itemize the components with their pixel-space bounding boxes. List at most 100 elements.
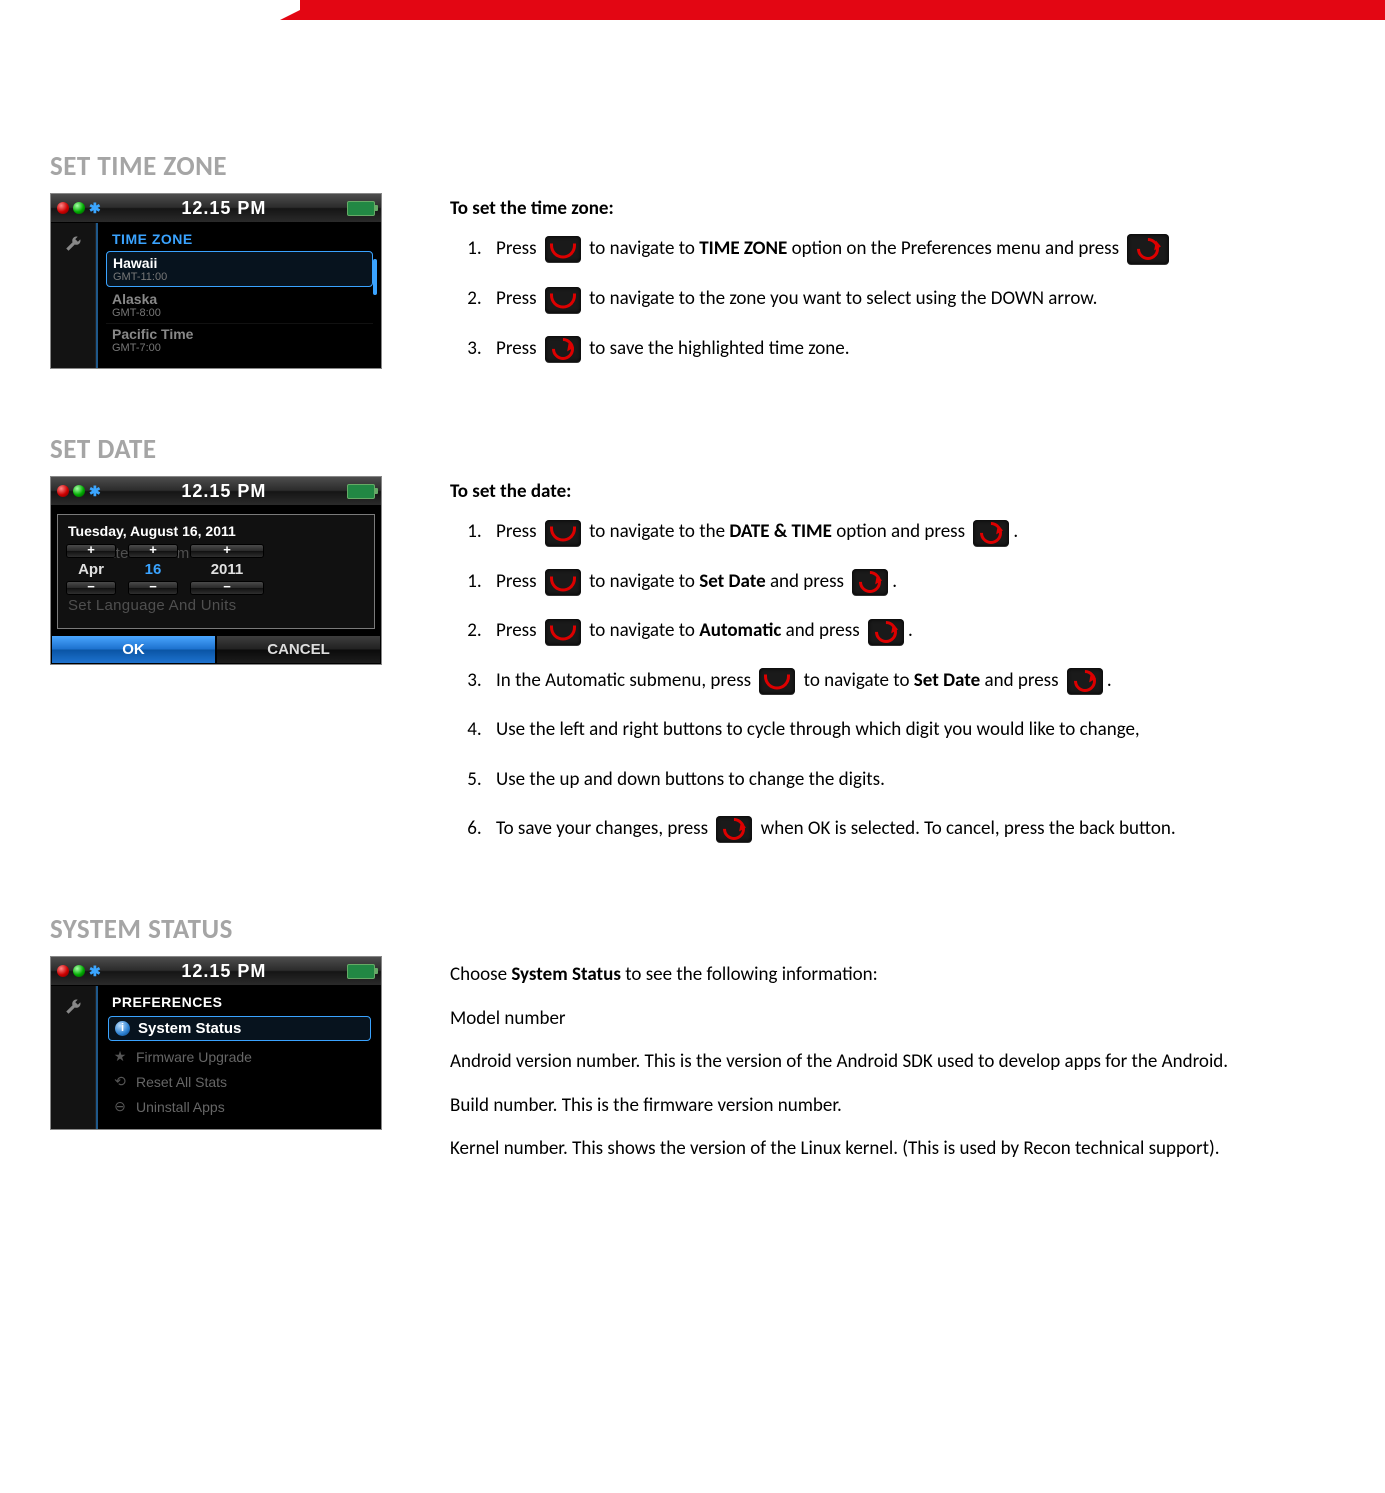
month-stepper[interactable]: + Apr −: [66, 544, 116, 595]
step-2: Press to navigate to the zone you want t…: [486, 284, 1335, 313]
screen-content: PREFERENCES i System Status ★ Firmware U…: [96, 986, 381, 1129]
day-stepper[interactable]: + 16 −: [128, 544, 178, 595]
pref-row-system-status[interactable]: i System Status: [108, 1016, 371, 1041]
faded-line-2: Set Language And Units: [66, 597, 366, 620]
side-strip: [51, 986, 96, 1129]
screen-content: TIME ZONE Hawaii GMT-11:00 Alaska GMT-8:…: [96, 223, 381, 368]
status-dot-red-icon: [57, 965, 69, 977]
tz-gmt: GMT-7:00: [112, 342, 367, 354]
tz-gmt: GMT-11:00: [113, 271, 366, 283]
dot: .: [908, 619, 913, 642]
status-clock: 12.15 PM: [181, 961, 266, 982]
enter-swirl-icon: [716, 816, 752, 842]
status-dot-red-icon: [57, 485, 69, 497]
down-smile-icon: [759, 668, 795, 694]
screen-list-title: TIME ZONE: [112, 231, 373, 247]
txt: option and press: [836, 520, 969, 543]
battery-icon: [347, 964, 375, 979]
status-bar: ✱ 12.15 PM: [51, 194, 381, 223]
minus-button[interactable]: −: [128, 581, 178, 595]
step-1b: Press to navigate to Set Date and press …: [486, 567, 1335, 596]
status-icons: ✱: [57, 200, 101, 217]
step-6: To save your changes, press when OK is s…: [486, 814, 1335, 843]
cancel-button[interactable]: CANCEL: [216, 635, 381, 664]
side-strip: [51, 223, 96, 368]
status-dot-green-icon: [73, 202, 85, 214]
info-icon: i: [115, 1021, 130, 1036]
section-system-status: ✱ 12.15 PM PREFERENCES i: [50, 956, 1335, 1177]
txt: and press: [984, 669, 1062, 692]
plus-button[interactable]: +: [128, 544, 178, 558]
battery-icon: [347, 484, 375, 499]
year-value: 2011: [211, 558, 244, 581]
txt: Press: [496, 337, 541, 360]
day-value: 16: [145, 558, 162, 581]
txt: when OK is selected. To cancel, press th…: [761, 817, 1176, 840]
txt: to see the following information:: [621, 963, 878, 986]
section-set-time-zone: ✱ 12.15 PM TIME ZONE Haw: [50, 193, 1335, 383]
ok-button[interactable]: OK: [51, 635, 216, 664]
txt: Press: [496, 287, 541, 310]
tz-row-pacific[interactable]: Pacific Time GMT-7:00: [106, 324, 373, 358]
screenshot-set-date: ✱ 12.15 PM Tuesday, August 16, 2011 Set …: [50, 476, 382, 665]
section-set-date: ✱ 12.15 PM Tuesday, August 16, 2011 Set …: [50, 476, 1335, 863]
header-red-bar: [0, 0, 1385, 20]
screenshot-system-status-wrapper: ✱ 12.15 PM PREFERENCES i: [50, 956, 390, 1130]
txt: to navigate to the zone you want to sele…: [589, 287, 1097, 310]
bold-time-zone: TIME ZONE: [699, 237, 787, 260]
enter-swirl-icon: [868, 619, 904, 645]
tz-row-alaska[interactable]: Alaska GMT-8:00: [106, 289, 373, 324]
txt: to navigate to: [804, 669, 914, 692]
status-dot-red-icon: [57, 202, 69, 214]
status-icons: ✱: [57, 483, 101, 500]
bluetooth-icon: ✱: [89, 963, 101, 980]
tz-name: Pacific Time: [112, 326, 367, 342]
pref-label: Reset All Stats: [136, 1074, 227, 1090]
step-1: Press to navigate to the DATE & TIME opt…: [486, 517, 1335, 546]
plus-button[interactable]: +: [66, 544, 116, 558]
month-value: Apr: [78, 558, 104, 581]
enter-swirl-icon: [545, 336, 581, 362]
down-smile-icon: [545, 619, 581, 645]
bold-set-date: Set Date: [914, 669, 980, 692]
scroll-indicator: [373, 259, 377, 295]
pref-row-firmware[interactable]: ★ Firmware Upgrade: [106, 1044, 373, 1069]
bold-set-date: Set Date: [699, 570, 765, 593]
tz-name: Alaska: [112, 291, 367, 307]
tz-name: Hawaii: [113, 255, 366, 271]
minus-button[interactable]: −: [66, 581, 116, 595]
txt: and press: [770, 570, 848, 593]
page-content: SET TIME ZONE ✱ 12.15 PM: [0, 20, 1385, 1218]
para-build-number: Build number. This is the firmware versi…: [450, 1091, 1335, 1120]
txt: .: [1013, 520, 1018, 543]
pref-row-reset[interactable]: ⟲ Reset All Stats: [106, 1069, 373, 1094]
screenshot-time-zone-wrapper: ✱ 12.15 PM TIME ZONE Haw: [50, 193, 390, 369]
txt: to navigate to: [589, 619, 699, 642]
pref-label: Firmware Upgrade: [136, 1049, 252, 1065]
reset-icon: ⟲: [112, 1073, 128, 1090]
txt: option on the Preferences menu and press: [792, 237, 1124, 260]
tz-row-hawaii[interactable]: Hawaii GMT-11:00: [106, 251, 373, 287]
plus-button[interactable]: +: [190, 544, 264, 558]
battery-icon: [347, 201, 375, 216]
status-icons: ✱: [57, 963, 101, 980]
step-1: Press to navigate to TIME ZONE option on…: [486, 234, 1335, 264]
bluetooth-icon: ✱: [89, 200, 101, 217]
tz-gmt: GMT-8:00: [112, 307, 367, 319]
status-clock: 12.15 PM: [181, 481, 266, 502]
down-smile-icon: [545, 287, 581, 313]
step-5: Use the up and down buttons to change th…: [486, 765, 1335, 794]
pref-row-uninstall[interactable]: ⊖ Uninstall Apps: [106, 1094, 373, 1119]
txt: to navigate to the: [589, 520, 729, 543]
screenshot-time-zone: ✱ 12.15 PM TIME ZONE Haw: [50, 193, 382, 369]
lead-text: To set the date:: [450, 480, 1335, 503]
txt: Press: [496, 520, 541, 543]
minus-button[interactable]: −: [190, 581, 264, 595]
bold-date-time: DATE & TIME: [729, 520, 832, 543]
down-smile-icon: [545, 520, 581, 546]
step-2: Press to navigate to Automatic and press…: [486, 616, 1335, 645]
year-stepper[interactable]: + 2011 −: [190, 544, 264, 595]
heading-set-date: SET DATE: [50, 433, 1335, 466]
wrench-icon: [64, 998, 82, 1016]
heading-system-status: SYSTEM STATUS: [50, 913, 1335, 946]
